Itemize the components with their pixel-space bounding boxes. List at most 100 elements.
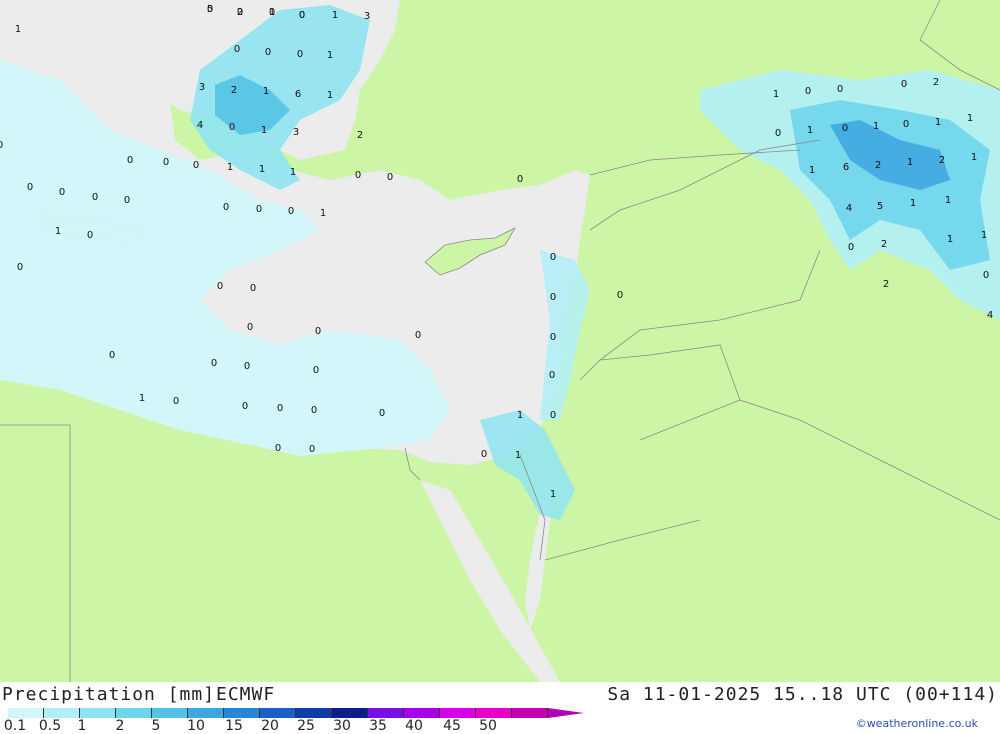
credit-link[interactable]: ©weatheronline.co.uk: [856, 717, 978, 730]
precip-value-label: 1: [873, 121, 879, 132]
precip-value-label: 3: [199, 82, 205, 93]
precip-value-label: 1: [55, 226, 61, 237]
precip-value-label: 0: [163, 157, 169, 168]
legend-swatch: [188, 708, 224, 718]
legend-swatch: [224, 708, 260, 718]
precip-value-label: 0: [379, 408, 385, 419]
precip-value-label: 0: [315, 326, 321, 337]
legend-swatch: [80, 708, 116, 718]
precip-value-label: 1: [967, 113, 973, 124]
legend-label: 15: [225, 718, 243, 734]
precip-value-label: 0: [265, 47, 271, 58]
precip-value-label: 0: [217, 281, 223, 292]
legend-swatch: [152, 708, 188, 718]
precip-value-label: 0: [550, 410, 556, 421]
precip-value-label: 4: [197, 120, 203, 131]
precip-value-label: 0: [288, 206, 294, 217]
precip-value-label: 5: [207, 4, 213, 15]
precip-value-label: 0: [244, 361, 250, 372]
precip-value-label: 1: [332, 10, 338, 21]
precip-value-label: 0: [617, 290, 623, 301]
precip-value-label: 1: [809, 165, 815, 176]
precip-value-label: 5: [877, 201, 883, 212]
legend-swatch: [404, 708, 440, 718]
precip-value-label: 0: [775, 128, 781, 139]
precip-value-label: 1: [515, 450, 521, 461]
precip-value-label: 0: [983, 270, 989, 281]
precip-value-label: 2: [881, 239, 887, 250]
precip-value-label: 0: [901, 79, 907, 90]
precip-value-label: 2: [939, 155, 945, 166]
precip-value-label: 1: [517, 410, 523, 421]
precip-value-label: 1: [15, 24, 21, 35]
precip-value-label: 0: [309, 444, 315, 455]
precip-value-label: 0: [313, 365, 319, 376]
precip-value-label: 1: [263, 86, 269, 97]
precip-value-label: 0: [59, 187, 65, 198]
legend-label: 0.5: [38, 718, 62, 734]
legend-swatch: [296, 708, 332, 718]
precip-value-label: 3: [364, 11, 370, 22]
precip-value-label: 0: [109, 350, 115, 361]
precip-value-label: 1: [947, 234, 953, 245]
legend-label: 5: [151, 718, 161, 734]
precip-value-label: 0: [837, 84, 843, 95]
precip-value-label: 1: [320, 208, 326, 219]
precip-value-label: 0: [229, 122, 235, 133]
precip-value-label: 0: [17, 262, 23, 273]
precip-value-label: 3: [293, 127, 299, 138]
precip-value-label: 1: [807, 125, 813, 136]
precip-value-label: 0: [805, 86, 811, 97]
precip-value-label: 1: [327, 90, 333, 101]
legend-label: 25: [297, 718, 315, 734]
precip-value-label: 0: [415, 330, 421, 341]
precip-value-label: 1: [227, 162, 233, 173]
legend-label: 35: [369, 718, 387, 734]
precip-value-label: 0: [223, 202, 229, 213]
precip-value-label: 1: [935, 117, 941, 128]
precip-value-label: 0: [387, 172, 393, 183]
legend-swatch: [332, 708, 368, 718]
precip-value-label: 2: [933, 77, 939, 88]
precip-value-label: 0: [275, 443, 281, 454]
legend-label: 40: [405, 718, 423, 734]
precip-value-label: 1: [259, 164, 265, 175]
precip-value-label: 0: [27, 182, 33, 193]
legend-label: 1: [77, 718, 87, 734]
legend-swatch: [368, 708, 404, 718]
legend-swatch: [260, 708, 296, 718]
precip-value-label: 0: [848, 242, 854, 253]
legend-label: 20: [261, 718, 279, 734]
precip-value-label: 0: [903, 119, 909, 130]
precip-value-label: 0: [355, 170, 361, 181]
precip-value-label: 0: [124, 195, 130, 206]
precip-value-label: 0: [481, 449, 487, 460]
precip-value-label: 0: [234, 44, 240, 55]
precip-value-label: 0: [297, 49, 303, 60]
precip-value-label: 0: [173, 396, 179, 407]
precip-value-label: 1: [945, 195, 951, 206]
precip-value-label: 1: [327, 50, 333, 61]
legend-swatch: [116, 708, 152, 718]
legend-color-bar: [8, 708, 584, 718]
precip-value-label: 0: [299, 10, 305, 21]
model-name: ECMWF: [216, 684, 276, 705]
validity-time: Sa 11-01-2025 15..18 UTC (00+114): [607, 684, 998, 705]
precip-value-label: 0: [127, 155, 133, 166]
precip-value-label: 0: [517, 174, 523, 185]
precip-value-label: 2: [883, 279, 889, 290]
precip-value-label: 4: [846, 203, 852, 214]
precip-value-label: 1: [269, 7, 275, 18]
legend-swatch: [44, 708, 80, 718]
precip-value-label: 0: [549, 370, 555, 381]
legend-arrow: [548, 708, 584, 718]
precip-value-label: 0: [277, 403, 283, 414]
legend-label: 10: [187, 718, 205, 734]
precip-value-label: 1: [773, 89, 779, 100]
precip-value-label: 2: [231, 85, 237, 96]
legend-label: 2: [115, 718, 125, 734]
precip-value-label: 0: [242, 401, 248, 412]
precip-value-label: 1: [971, 152, 977, 163]
precip-value-label: 0: [256, 204, 262, 215]
precip-value-label: 0: [92, 192, 98, 203]
